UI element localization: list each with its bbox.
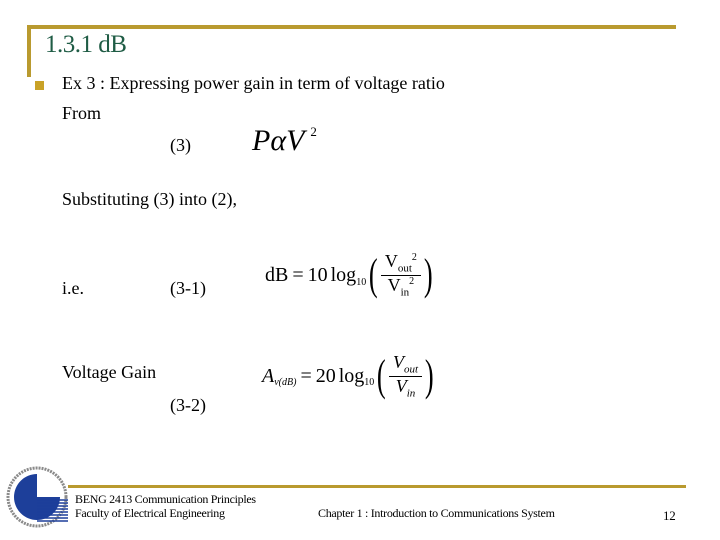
ie-label: i.e. — [62, 278, 84, 298]
equation-3: PαV 2 — [252, 124, 317, 158]
eq32-lhs-sub: v(dB) — [274, 377, 297, 388]
equation-3-2: A v(dB) = 20 log 10 ( Vout Vin ) — [262, 346, 437, 406]
eq31-lhs: dB — [265, 263, 289, 286]
logo-emblem-icon — [6, 466, 68, 528]
page-number: 12 — [663, 508, 676, 523]
eq31-log: log — [330, 263, 357, 286]
slide-title: 1.3.1 dB — [45, 31, 127, 58]
university-logo — [6, 466, 68, 528]
eq31-label: (3-1) — [170, 278, 206, 298]
eq31-den-exp: 2 — [409, 275, 415, 287]
footer-rule — [68, 485, 686, 488]
eq32-eq: = — [300, 364, 312, 387]
footer-chapter: Chapter 1 : Introduction to Communicatio… — [318, 506, 555, 520]
from-label: From — [62, 103, 102, 123]
header-rule — [27, 25, 676, 29]
eq31-base: 10 — [356, 277, 367, 288]
voltage-gain-label: Voltage Gain — [62, 362, 157, 382]
eq32-num-var: V — [392, 351, 404, 372]
equation-3-1: dB = 10 log 10 ( Vout2 Vin2 ) — [265, 244, 436, 306]
substituting-label: Substituting (3) into (2), — [62, 189, 237, 209]
eq31-num-sub: out — [397, 262, 412, 275]
eq3-exp: 2 — [310, 124, 317, 139]
bullet-text: Ex 3 : Expressing power gain in term of … — [62, 73, 445, 93]
eq32-rparen: ) — [424, 351, 434, 400]
eq31-eq: = — [292, 263, 304, 286]
eq3-lhs: P — [252, 124, 271, 157]
eq32-fraction: Vout Vin — [388, 351, 422, 400]
eq32-log: log — [338, 364, 365, 387]
eq31-num-exp: 2 — [411, 251, 417, 263]
eq31-den-var: V — [387, 274, 401, 295]
eq3-rhs: V — [286, 124, 305, 157]
eq31-den-sub: in — [400, 286, 410, 299]
eq31-lparen: ( — [369, 250, 378, 299]
eq31-rparen: ) — [423, 250, 433, 299]
bullet-icon — [35, 81, 44, 90]
eq31-fraction: Vout2 Vin2 — [380, 250, 421, 299]
eq32-den-var: V — [395, 375, 407, 396]
eq31-coef: 10 — [307, 263, 328, 286]
eq3-label: (3) — [170, 135, 191, 155]
eq32-num-sub: out — [403, 363, 418, 376]
header-side-rule — [27, 25, 31, 77]
eq32-lhs: A — [262, 364, 275, 387]
eq32-label: (3-2) — [170, 395, 206, 415]
eq32-den-sub: in — [406, 387, 416, 400]
footer-course: BENG 2413 Communication Principles — [75, 492, 256, 506]
eq3-op: α — [270, 124, 287, 157]
eq32-coef: 20 — [315, 364, 336, 387]
footer-faculty: Faculty of Electrical Engineering — [75, 506, 225, 520]
eq32-lparen: ( — [377, 351, 387, 400]
eq32-base: 10 — [364, 377, 375, 388]
eq31-num-var: V — [384, 250, 398, 271]
